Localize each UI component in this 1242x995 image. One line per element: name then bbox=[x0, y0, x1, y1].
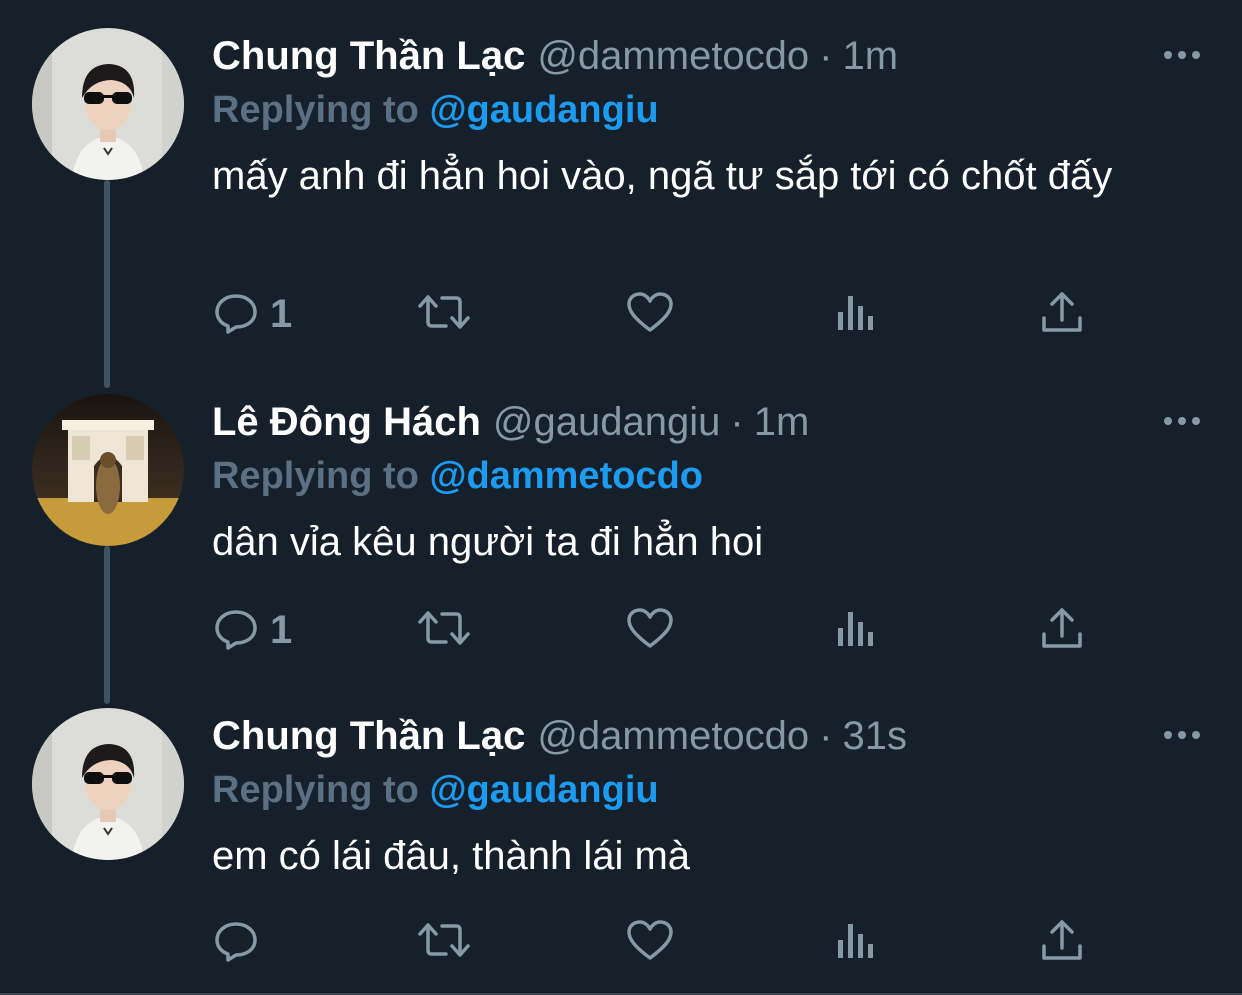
retweet-button[interactable] bbox=[416, 912, 472, 972]
author-name[interactable]: Chung Thần Lạc bbox=[212, 708, 525, 764]
author-handle[interactable]: @gaudangiu bbox=[493, 394, 720, 450]
reply-to-link[interactable]: @gaudangiu bbox=[429, 769, 658, 811]
comment-icon bbox=[212, 288, 260, 341]
reply-button[interactable]: 1 bbox=[212, 600, 292, 660]
author-handle[interactable]: @dammetocdo bbox=[537, 708, 809, 764]
conversation-thread: Chung Thần Lạc @dammetocdo · 1m Replying to… bbox=[0, 0, 1242, 995]
retweet-button[interactable] bbox=[416, 284, 472, 344]
heart-icon bbox=[624, 604, 676, 657]
more-icon[interactable] bbox=[1162, 406, 1202, 436]
reply-count: 1 bbox=[270, 291, 293, 336]
share-icon bbox=[1038, 288, 1086, 341]
author-handle[interactable]: @dammetocdo bbox=[537, 28, 809, 84]
analytics-button[interactable] bbox=[834, 912, 878, 972]
reply-count: 1 bbox=[270, 607, 293, 652]
timestamp[interactable]: 1m bbox=[843, 28, 899, 84]
tweet[interactable]: Chung Thần Lạc @dammetocdo · 31s Replying t… bbox=[0, 708, 1242, 995]
avatar[interactable] bbox=[32, 708, 184, 860]
analytics-icon bbox=[834, 916, 878, 969]
comment-icon bbox=[212, 916, 260, 969]
analytics-button[interactable] bbox=[834, 284, 878, 344]
share-icon bbox=[1038, 604, 1086, 657]
more-icon[interactable] bbox=[1162, 720, 1202, 750]
tweet-text: dân vỉa kêu người ta đi hẳn hoi bbox=[212, 520, 764, 564]
separator: · bbox=[730, 400, 744, 444]
tweet-text: mấy anh đi hẳn hoi vào, ngã tư sắp tới c… bbox=[212, 154, 1113, 198]
tweet[interactable]: Chung Thần Lạc @dammetocdo · 1m Replying to… bbox=[0, 28, 1242, 368]
heart-icon bbox=[624, 916, 676, 969]
retweet-button[interactable] bbox=[416, 600, 472, 660]
author-name[interactable]: Lê Đông Hách bbox=[212, 394, 481, 450]
replying-to-label: Replying to bbox=[212, 769, 419, 811]
replying-to-label: Replying to bbox=[212, 455, 419, 497]
reply-button[interactable] bbox=[212, 912, 270, 972]
separator: · bbox=[819, 714, 833, 758]
retweet-icon bbox=[416, 288, 472, 341]
share-button[interactable] bbox=[1038, 912, 1086, 972]
reply-context: Replying to @gaudangiu bbox=[212, 84, 1202, 136]
tweet-actions: 1 bbox=[212, 600, 1112, 660]
tweet-actions bbox=[212, 912, 1112, 972]
tweet-actions: 1 bbox=[212, 284, 1112, 344]
analytics-button[interactable] bbox=[834, 600, 878, 660]
avatar[interactable] bbox=[32, 394, 184, 546]
reply-context: Replying to @dammetocdo bbox=[212, 450, 1202, 502]
reply-to-link[interactable]: @dammetocdo bbox=[429, 455, 703, 497]
share-icon bbox=[1038, 916, 1086, 969]
like-button[interactable] bbox=[624, 600, 676, 660]
avatar[interactable] bbox=[32, 28, 184, 180]
comment-icon bbox=[212, 604, 260, 657]
retweet-icon bbox=[416, 604, 472, 657]
analytics-icon bbox=[834, 604, 878, 657]
heart-icon bbox=[624, 288, 676, 341]
share-button[interactable] bbox=[1038, 284, 1086, 344]
reply-context: Replying to @gaudangiu bbox=[212, 764, 1202, 816]
separator: · bbox=[819, 34, 833, 78]
reply-button[interactable]: 1 bbox=[212, 284, 292, 344]
timestamp[interactable]: 1m bbox=[754, 394, 810, 450]
timestamp[interactable]: 31s bbox=[843, 708, 908, 764]
share-button[interactable] bbox=[1038, 600, 1086, 660]
author-name[interactable]: Chung Thần Lạc bbox=[212, 28, 525, 84]
like-button[interactable] bbox=[624, 912, 676, 972]
reply-to-link[interactable]: @gaudangiu bbox=[429, 89, 658, 131]
tweet-text: em có lái đâu, thành lái mà bbox=[212, 834, 691, 878]
more-icon[interactable] bbox=[1162, 40, 1202, 70]
tweet[interactable]: Lê Đông Hách @gaudangiu · 1m Replying to @d… bbox=[0, 394, 1242, 684]
retweet-icon bbox=[416, 916, 472, 969]
replying-to-label: Replying to bbox=[212, 89, 419, 131]
analytics-icon bbox=[834, 288, 878, 341]
like-button[interactable] bbox=[624, 284, 676, 344]
